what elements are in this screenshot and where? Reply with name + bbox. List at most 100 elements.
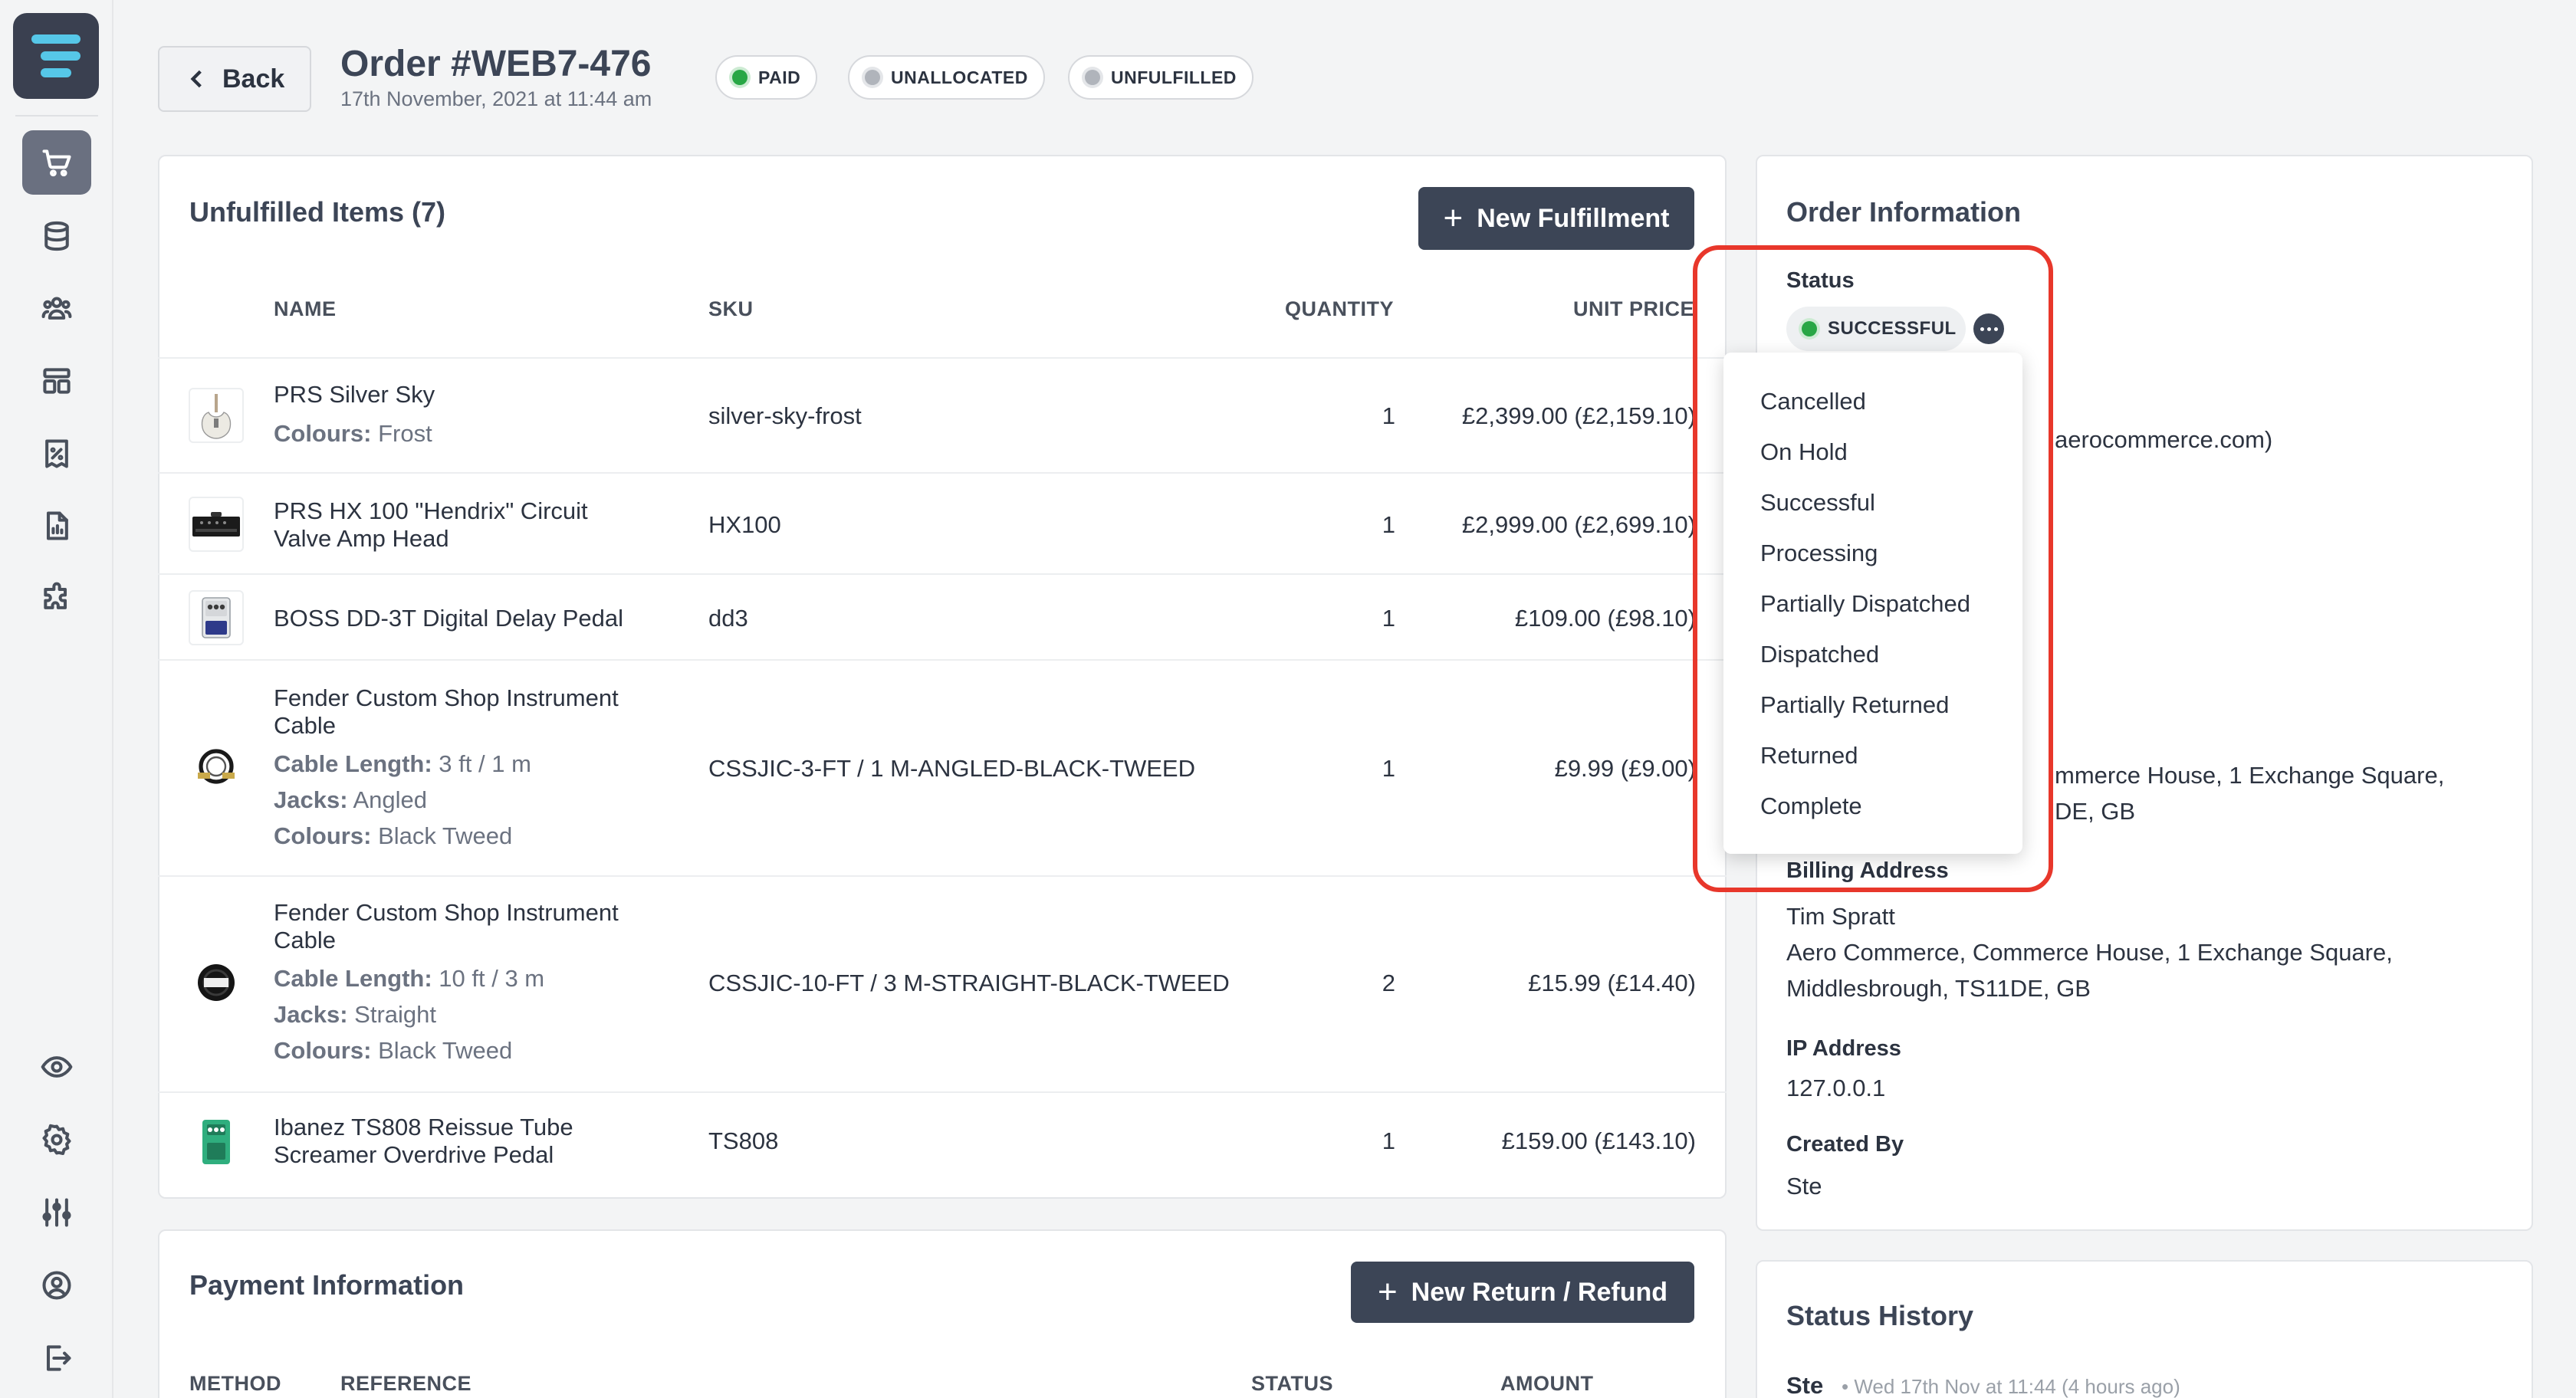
shipping-address-partial: mmerce House, 1 Exchange Square, <box>2055 762 2445 789</box>
item-attribute: Jacks: Angled <box>274 786 427 813</box>
column-header-quantity: QUANTITY <box>1285 297 1394 320</box>
badge-label: PAID <box>758 67 801 87</box>
item-attribute: Cable Length: 3 ft / 1 m <box>274 750 531 777</box>
item-sku: dd3 <box>708 605 748 632</box>
item-name: Fender Custom Shop Instrument <box>274 684 619 711</box>
item-sku: HX100 <box>708 511 781 538</box>
ip-address-label: IP Address <box>1786 1036 1901 1061</box>
billing-name: Tim Spratt <box>1786 903 1895 930</box>
table-divider <box>158 472 1727 474</box>
status-dot-icon <box>865 70 880 85</box>
item-attribute: Cable Length: 10 ft / 3 m <box>274 965 545 992</box>
new-return-refund-button[interactable]: + New Return / Refund <box>1351 1262 1694 1323</box>
layout-icon <box>43 368 71 394</box>
item-unit-price: £9.99 (£9.00) <box>1554 755 1696 782</box>
item-unit-price: £15.99 (£14.40) <box>1528 970 1696 996</box>
cart-icon <box>42 149 71 177</box>
column-header-sku: SKU <box>708 297 754 320</box>
item-sku: silver-sky-frost <box>708 402 862 429</box>
column-header-unit-price: UNIT PRICE <box>1573 297 1695 320</box>
payment-information-title: Payment Information <box>189 1269 465 1301</box>
item-name: Ibanez TS808 Reissue Tube <box>274 1114 573 1140</box>
item-name-continued: Valve Amp Head <box>274 525 449 552</box>
badge-label: UNFULFILLED <box>1111 67 1237 87</box>
sidebar-item-configuration[interactable] <box>22 1180 91 1245</box>
column-header-status: STATUS <box>1251 1372 1333 1395</box>
unfulfilled-items-title: Unfulfilled Items (7) <box>189 196 446 228</box>
user-circle-icon <box>42 1271 71 1300</box>
sidebar-item-preview[interactable] <box>22 1035 91 1099</box>
table-divider <box>158 659 1727 661</box>
database-icon <box>44 221 69 251</box>
puzzle-icon <box>44 582 67 609</box>
column-header-amount: AMOUNT <box>1500 1372 1594 1395</box>
created-by-value: Ste <box>1786 1173 1822 1199</box>
annotation-highlight-box <box>1693 245 2053 892</box>
users-icon <box>41 297 72 320</box>
column-header-method: METHOD <box>189 1372 281 1395</box>
sidebar-item-promotions[interactable] <box>22 422 91 486</box>
sidebar-item-logout[interactable] <box>22 1326 91 1390</box>
product-thumbnail <box>189 955 244 1010</box>
receipt-percent-icon <box>45 439 68 468</box>
item-sku: CSSJIC-10-FT / 3 M-STRAIGHT-BLACK-TWEED <box>708 970 1230 996</box>
back-button[interactable]: Back <box>158 46 311 112</box>
item-attribute: Colours: Black Tweed <box>274 822 513 849</box>
order-date: 17th November, 2021 at 11:44 am <box>340 87 652 110</box>
sidebar <box>0 0 113 1398</box>
status-dot-icon <box>732 70 748 85</box>
table-divider <box>158 357 1727 359</box>
item-name: PRS Silver Sky <box>274 381 435 408</box>
eye-icon <box>41 1056 73 1078</box>
badge-label: UNALLOCATED <box>891 67 1028 87</box>
app-logo[interactable] <box>13 13 99 99</box>
sidebar-item-layout[interactable] <box>22 349 91 413</box>
sidebar-item-settings[interactable] <box>22 1108 91 1172</box>
table-divider <box>158 573 1727 575</box>
new-fulfillment-label: New Fulfillment <box>1477 203 1670 233</box>
sidebar-item-reports[interactable] <box>22 494 91 558</box>
billing-address-line: Middlesbrough, TS11DE, GB <box>1786 975 2091 1002</box>
item-attribute: Colours: Black Tweed <box>274 1037 513 1064</box>
sidebar-item-extensions[interactable] <box>22 566 91 630</box>
item-name-continued: Cable <box>274 927 336 953</box>
chevron-left-icon <box>190 70 202 88</box>
new-return-refund-label: New Return / Refund <box>1411 1277 1668 1307</box>
column-header-reference: REFERENCE <box>340 1372 472 1395</box>
new-fulfillment-button[interactable]: + New Fulfillment <box>1418 187 1694 250</box>
history-entry-meta: • Wed 17th Nov at 11:44 (4 hours ago) <box>1842 1375 2180 1398</box>
product-thumbnail <box>189 388 244 443</box>
payment-status-badge: PAID <box>715 55 818 100</box>
item-unit-price: £159.00 (£143.10) <box>1501 1127 1696 1154</box>
created-by-label: Created By <box>1786 1132 1904 1157</box>
item-name-continued: Screamer Overdrive Pedal <box>274 1141 554 1168</box>
plus-icon: + <box>1443 199 1464 237</box>
item-name-continued: Cable <box>274 712 336 739</box>
gear-icon <box>42 1124 71 1155</box>
billing-address-line: Aero Commerce, Commerce House, 1 Exchang… <box>1786 939 2393 966</box>
item-name: Fender Custom Shop Instrument <box>274 899 619 926</box>
allocation-status-badge: UNALLOCATED <box>848 55 1045 100</box>
order-information-title: Order Information <box>1786 196 2022 228</box>
fulfillment-status-badge: UNFULFILLED <box>1068 55 1254 100</box>
item-name: PRS HX 100 "Hendrix" Circuit <box>274 497 588 524</box>
item-unit-price: £2,999.00 (£2,699.10) <box>1461 511 1696 538</box>
shipping-address-partial: DE, GB <box>2055 798 2136 825</box>
status-dot-icon <box>1085 70 1100 85</box>
page-title: Order #WEB7-476 <box>340 44 652 84</box>
sidebar-item-customers[interactable] <box>22 276 91 340</box>
sidebar-divider <box>15 115 98 116</box>
sidebar-item-orders[interactable] <box>22 130 91 195</box>
sidebar-item-products[interactable] <box>22 204 91 268</box>
table-divider <box>158 1091 1727 1093</box>
sidebar-item-account[interactable] <box>22 1253 91 1318</box>
product-thumbnail <box>189 497 244 552</box>
item-name: BOSS DD-3T Digital Delay Pedal <box>274 605 623 632</box>
report-icon <box>46 511 68 540</box>
table-divider <box>158 875 1727 877</box>
back-button-label: Back <box>222 64 285 94</box>
item-sku: CSSJIC-3-FT / 1 M-ANGLED-BLACK-TWEED <box>708 755 1196 782</box>
product-thumbnail <box>189 1114 244 1170</box>
item-unit-price: £109.00 (£98.10) <box>1514 605 1696 632</box>
product-thumbnail <box>189 590 244 645</box>
